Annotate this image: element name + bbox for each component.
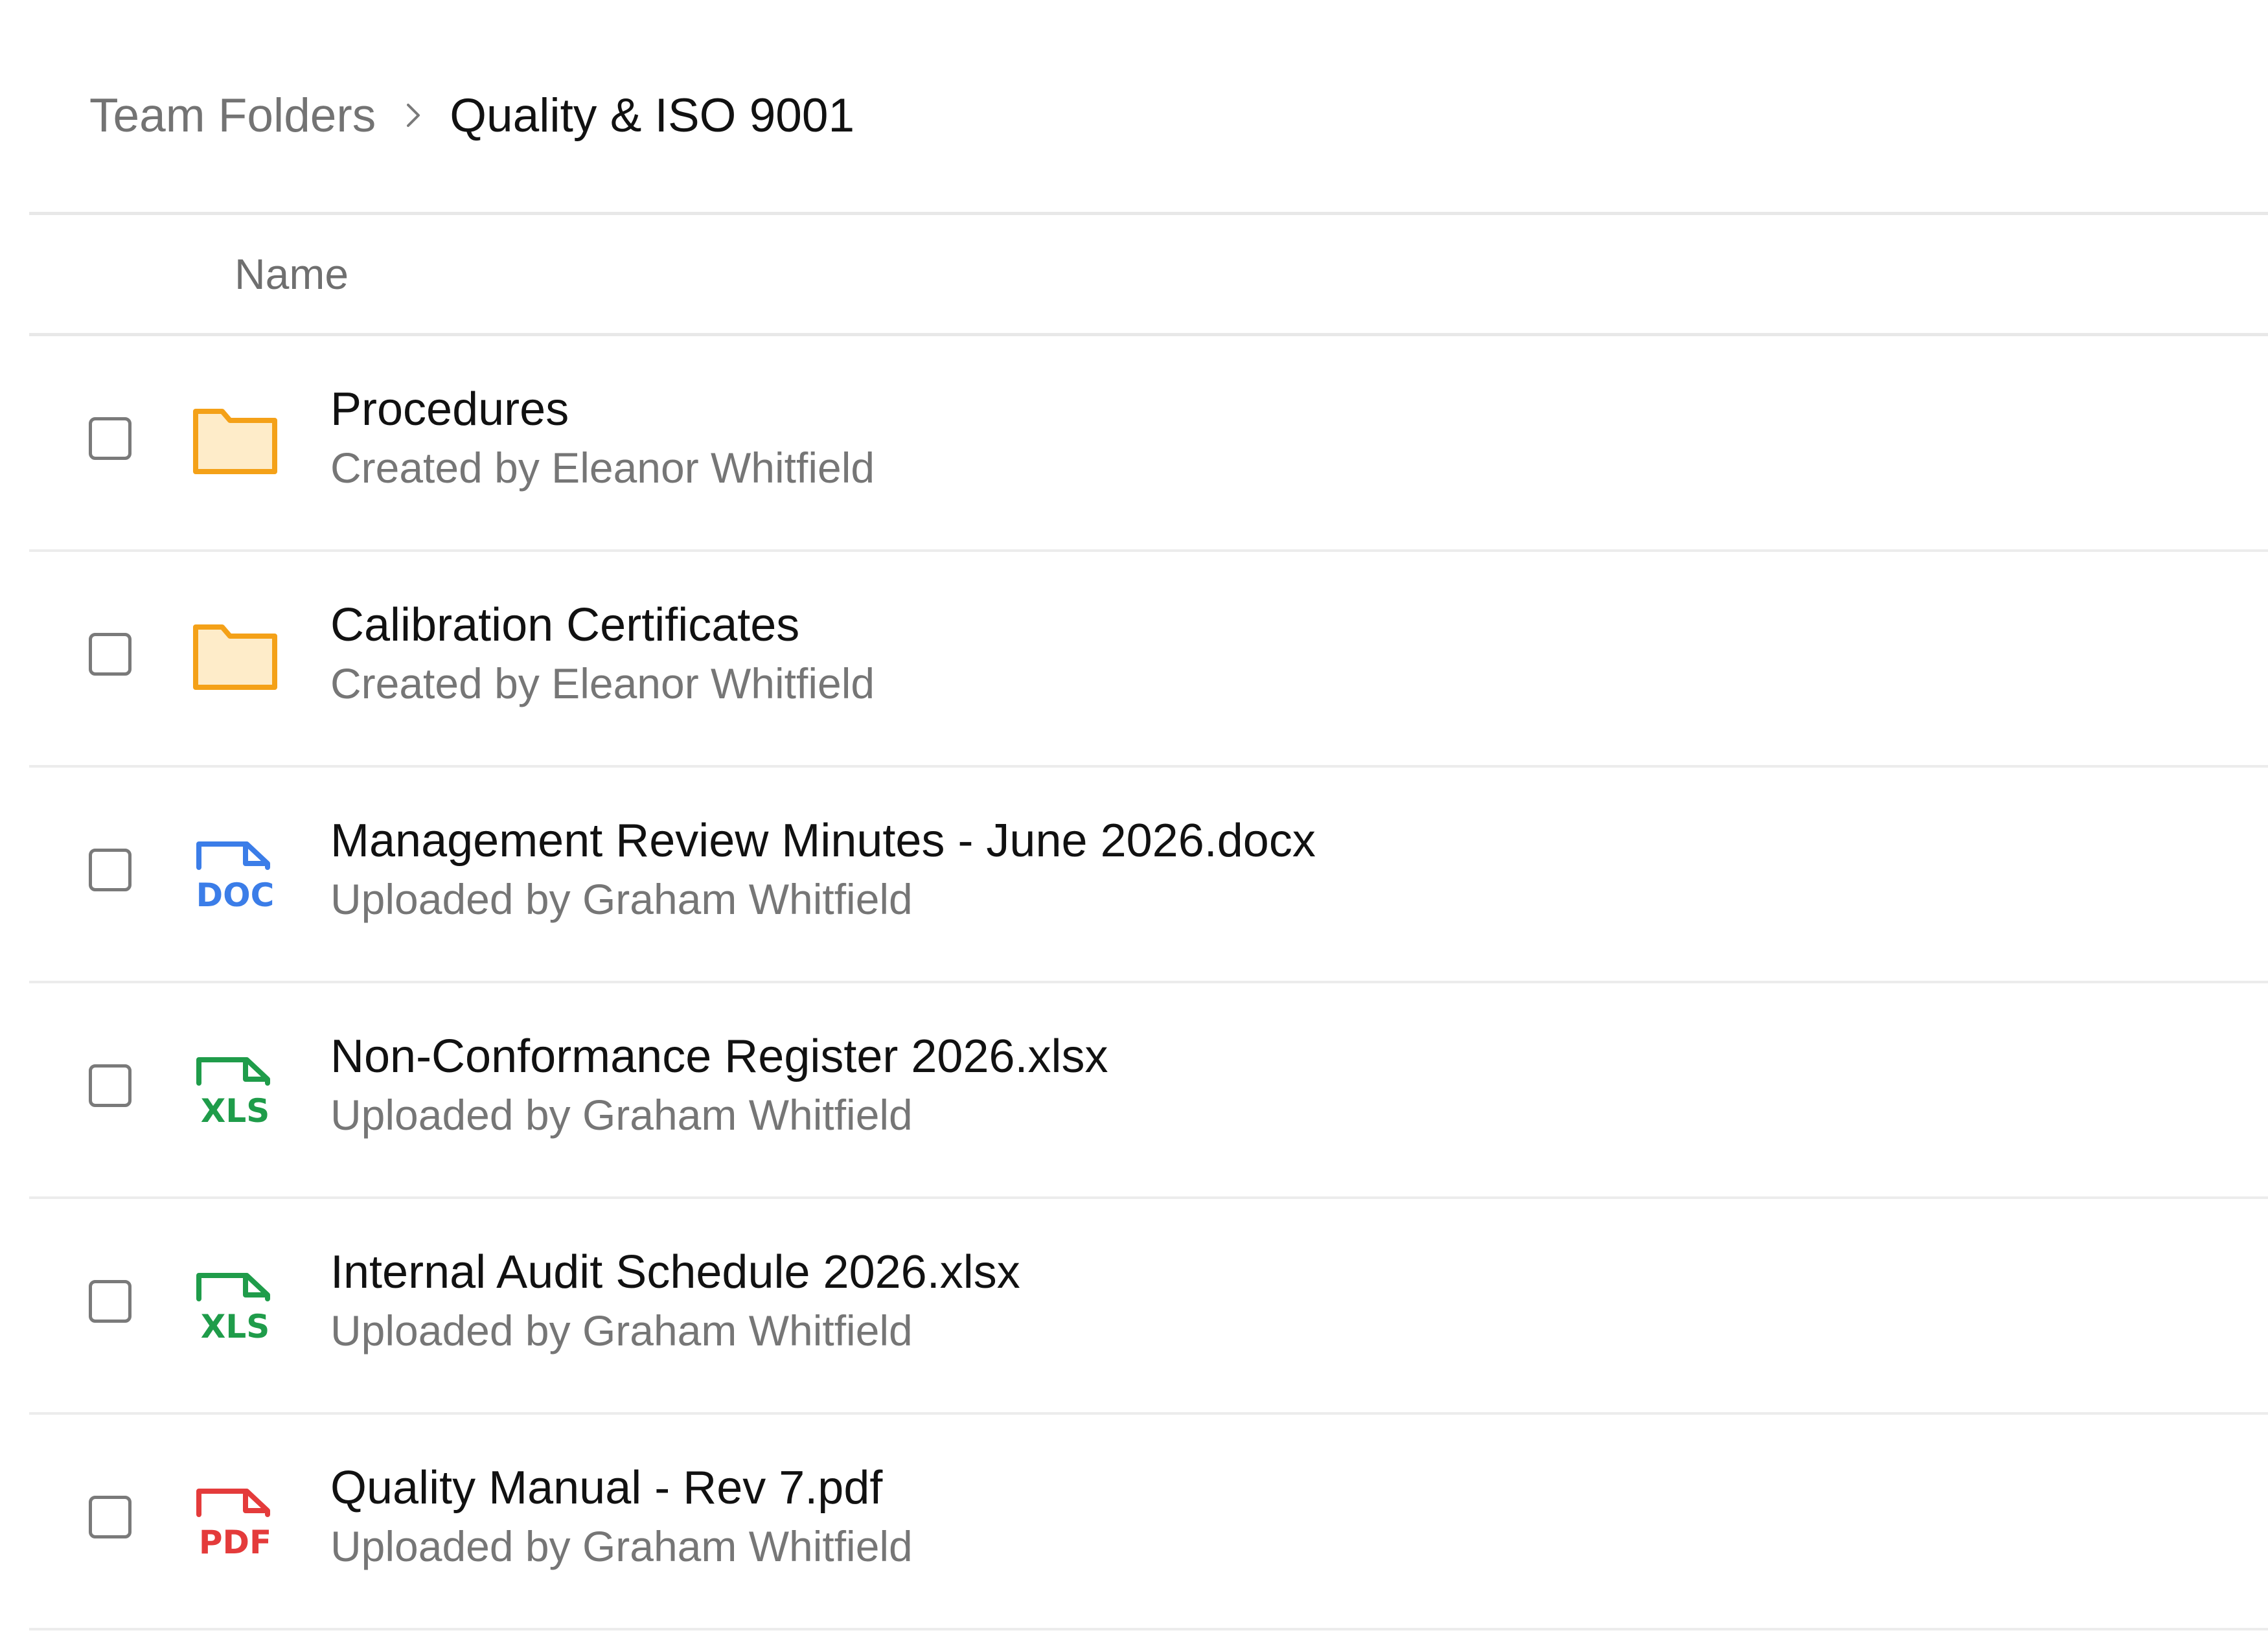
file-row[interactable]: DOC Management Review Minutes - June 2026…: [29, 768, 2268, 983]
file-row[interactable]: XLS Internal Audit Schedule 2026.xlsx Uplo…: [29, 1199, 2268, 1415]
item-owner: Created by Eleanor Whitfield: [330, 659, 875, 707]
item-owner: Uploaded by Graham Whitfield: [330, 1522, 913, 1570]
file-browser: Team Folders Quality & ISO 9001 Name Pro…: [0, 0, 2268, 1646]
item-name[interactable]: Quality Manual - Rev 7.pdf: [330, 1461, 882, 1515]
item-name[interactable]: Non-Conformance Register 2026.xlsx: [330, 1030, 1108, 1084]
xls-file-icon: XLS: [190, 1043, 281, 1134]
row-checkbox[interactable]: [89, 417, 132, 460]
folder-icon: [190, 612, 281, 702]
folder-icon: [190, 396, 281, 486]
file-row[interactable]: XLS Non-Conformance Register 2026.xlsx Upl…: [29, 983, 2268, 1199]
row-checkbox[interactable]: [89, 633, 132, 676]
file-type-label: XLS: [201, 1092, 269, 1130]
row-checkbox[interactable]: [89, 1496, 132, 1538]
row-checkbox[interactable]: [89, 1280, 132, 1323]
item-owner: Uploaded by Graham Whitfield: [330, 875, 913, 923]
file-list: Procedures Created by Eleanor Whitfield Ca…: [29, 336, 2268, 1630]
item-owner: Uploaded by Graham Whitfield: [330, 1091, 913, 1139]
folder-row[interactable]: Calibration Certificates Created by Elean…: [29, 552, 2268, 768]
folder-row[interactable]: Procedures Created by Eleanor Whitfield: [29, 336, 2268, 552]
file-row[interactable]: PDF Quality Manual - Rev 7.pdf Uploaded by…: [29, 1415, 2268, 1630]
chevron-right-icon: [402, 102, 424, 128]
item-name[interactable]: Calibration Certificates: [330, 599, 799, 652]
file-type-label: DOC: [196, 876, 275, 914]
row-checkbox[interactable]: [89, 849, 132, 891]
breadcrumb: Team Folders Quality & ISO 9001: [89, 82, 854, 149]
breadcrumb-current-folder: Quality & ISO 9001: [450, 89, 855, 142]
item-name[interactable]: Management Review Minutes - June 2026.do…: [330, 814, 1316, 868]
xls-file-icon: XLS: [190, 1259, 281, 1349]
column-header-name[interactable]: Name: [235, 245, 349, 303]
breadcrumb-team-folders[interactable]: Team Folders: [89, 92, 376, 139]
item-owner: Uploaded by Graham Whitfield: [330, 1307, 913, 1355]
divider: [29, 212, 2268, 215]
item-owner: Created by Eleanor Whitfield: [330, 444, 875, 492]
file-type-label: XLS: [201, 1308, 269, 1345]
file-type-label: PDF: [199, 1524, 271, 1561]
doc-file-icon: DOC: [190, 827, 281, 918]
row-checkbox[interactable]: [89, 1064, 132, 1107]
item-name[interactable]: Internal Audit Schedule 2026.xlsx: [330, 1246, 1020, 1299]
pdf-file-icon: PDF: [190, 1474, 281, 1565]
item-name[interactable]: Procedures: [330, 383, 569, 437]
